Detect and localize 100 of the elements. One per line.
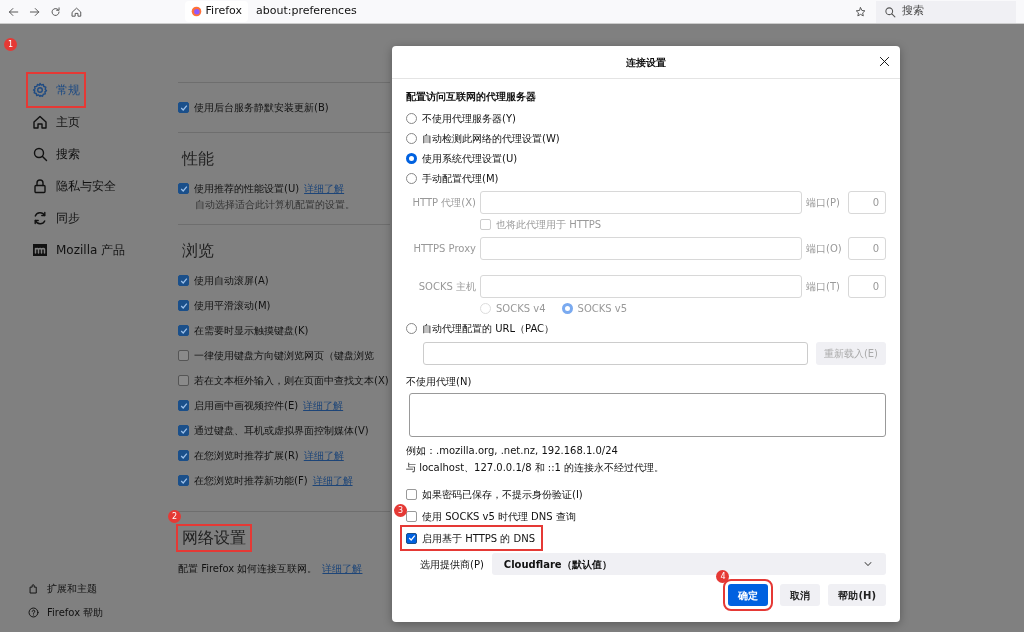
dialog-button[interactable]: 帮助(H): [828, 584, 886, 606]
hint-text: 例如：.mozilla.org, .net.nz, 192.168.1.0/24: [406, 444, 619, 458]
bookmark-star-icon[interactable]: [854, 5, 866, 18]
checkbox[interactable]: [178, 400, 189, 412]
home-icon[interactable]: [71, 5, 83, 18]
checkbox-label: 在您浏览时推荐扩展(R): [194, 449, 299, 464]
annotation-badge: 2: [168, 510, 181, 524]
radio-button[interactable]: [406, 152, 417, 164]
search-icon[interactable]: [883, 5, 896, 18]
annotation-badge: 3: [394, 504, 407, 517]
sidebar-item[interactable]: Mozilla 产品: [28, 234, 130, 266]
radio-button[interactable]: [406, 132, 417, 144]
browser-logo-icon: [190, 6, 202, 17]
sidebar-item[interactable]: 搜索: [28, 138, 84, 170]
sidebar-item[interactable]: 同步: [28, 202, 84, 234]
learn-more-link[interactable]: 详细了解: [303, 398, 344, 414]
checkbox-label: 如果密码已保存，不提示身份验证(I): [422, 487, 583, 502]
back-icon[interactable]: [8, 5, 20, 18]
field-label: 端口(P): [806, 195, 841, 210]
address-field[interactable]: about:preferences: [255, 3, 357, 20]
setting-description: 自动选择适合此计算机配置的设置。: [195, 198, 356, 213]
search-icon[interactable]: [32, 146, 48, 162]
site-identity[interactable]: Firefox: [184, 1, 248, 22]
radio-button[interactable]: [561, 302, 573, 314]
field-label: 端口(O): [806, 241, 843, 256]
checkbox[interactable]: [178, 350, 189, 362]
section-description: 配置 Firefox 如何连接互联网。: [178, 561, 318, 576]
checkbox[interactable]: [178, 300, 189, 312]
dialog-title: 连接设置: [626, 55, 666, 70]
radio-label: 自动检测此网络的代理设置(W): [422, 131, 560, 146]
sync-icon[interactable]: [32, 210, 48, 226]
sidebar-link[interactable]: Firefox 帮助: [28, 600, 170, 624]
checkbox-label: 通过键盘、耳机或虚拟界面控制媒体(V): [194, 424, 369, 439]
checkbox[interactable]: [406, 488, 417, 500]
no-proxy-field[interactable]: [409, 393, 886, 437]
port-field[interactable]: 0: [848, 274, 886, 298]
field-label: 选用提供商(P): [420, 557, 484, 572]
field-label: SOCKS 主机: [417, 279, 476, 294]
checkbox[interactable]: [178, 102, 189, 113]
mozilla-logo-icon[interactable]: [32, 242, 48, 258]
checkbox[interactable]: [178, 325, 189, 337]
checkbox[interactable]: [178, 425, 189, 437]
proxy-host-field[interactable]: [480, 236, 802, 260]
radio-label: 手动配置代理(M): [422, 171, 499, 186]
field-label: HTTP 代理(X): [411, 195, 476, 210]
proxy-host-field[interactable]: [480, 190, 802, 214]
checkbox[interactable]: [178, 275, 189, 287]
checkbox[interactable]: [178, 475, 189, 487]
radio-label: SOCKS v5: [577, 301, 628, 316]
checkbox[interactable]: [178, 375, 189, 387]
sidebar-item[interactable]: 隐私与安全: [28, 170, 120, 202]
section-heading: 配置访问互联网的代理服务器: [406, 90, 537, 104]
checkbox-label: 也将此代理用于 HTTPS: [496, 217, 602, 232]
learn-more-link[interactable]: 详细了解: [303, 448, 344, 464]
checkbox-label: 使用平滑滚动(M): [194, 299, 271, 314]
checkbox-label: 使用 SOCKS v5 时代理 DNS 查询: [422, 509, 576, 524]
home-icon[interactable]: [32, 114, 48, 130]
pac-url-field[interactable]: [423, 342, 808, 365]
hint-text: 与 localhost、127.0.0.1/8 和 ::1 的连接永不经过代理。: [406, 461, 666, 475]
checkbox-label: 在您浏览时推荐新功能(F): [194, 474, 308, 489]
port-field[interactable]: 0: [848, 236, 886, 260]
annotation-badge: 1: [4, 38, 17, 51]
radio-button[interactable]: [406, 172, 417, 184]
radio-button[interactable]: [406, 112, 417, 124]
checkbox[interactable]: [406, 532, 417, 544]
radio-label: 使用系统代理设置(U): [422, 151, 518, 166]
checkbox-label: 启用画中画视频控件(E): [194, 399, 299, 414]
close-icon[interactable]: [879, 56, 890, 67]
radio-label: SOCKS v4: [496, 301, 546, 316]
checkbox[interactable]: [406, 510, 417, 522]
proxy-host-field[interactable]: [480, 274, 802, 298]
help-icon[interactable]: [28, 606, 39, 618]
search-field[interactable]: 搜索: [875, 0, 1017, 23]
learn-more-link[interactable]: 详细了解: [304, 181, 345, 197]
learn-more-link[interactable]: 详细了解: [322, 560, 363, 576]
sidebar-item[interactable]: 主页: [28, 106, 84, 138]
settings-icon[interactable]: [32, 82, 48, 98]
checkbox-label: 使用后台服务静默安装更新(B): [194, 101, 329, 115]
lock-icon[interactable]: [32, 178, 48, 194]
checkbox-label: 在需要时显示触摸键盘(K): [194, 324, 309, 339]
section-heading: 网络设置: [178, 526, 250, 550]
port-field[interactable]: 0: [848, 190, 886, 214]
radio-button[interactable]: [406, 322, 417, 334]
field-label: 端口(T): [806, 279, 841, 294]
checkbox-label: 若在文本框外输入，则在页面中查找文本(X): [194, 374, 389, 389]
field-label: 不使用代理(N): [406, 375, 473, 389]
checkbox[interactable]: [178, 183, 189, 195]
field-label: HTTPS Proxy: [412, 241, 476, 256]
sidebar-link[interactable]: 扩展和主题: [28, 576, 170, 600]
radio-label: 不使用代理服务器(Y): [422, 111, 516, 126]
section-heading: 性能: [180, 148, 215, 170]
forward-icon[interactable]: [29, 5, 41, 18]
checkbox-label: 使用自动滚屏(A): [194, 274, 269, 289]
checkbox-label: 使用推荐的性能设置(U): [194, 182, 300, 197]
radio-label: 自动代理配置的 URL（PAC）: [422, 321, 555, 336]
checkbox-label: 启用基于 HTTPS 的 DNS: [422, 531, 535, 546]
learn-more-link[interactable]: 详细了解: [312, 473, 353, 489]
reload-icon[interactable]: [50, 5, 62, 18]
dialog-button[interactable]: 取消: [780, 584, 821, 606]
checkbox[interactable]: [178, 450, 189, 462]
